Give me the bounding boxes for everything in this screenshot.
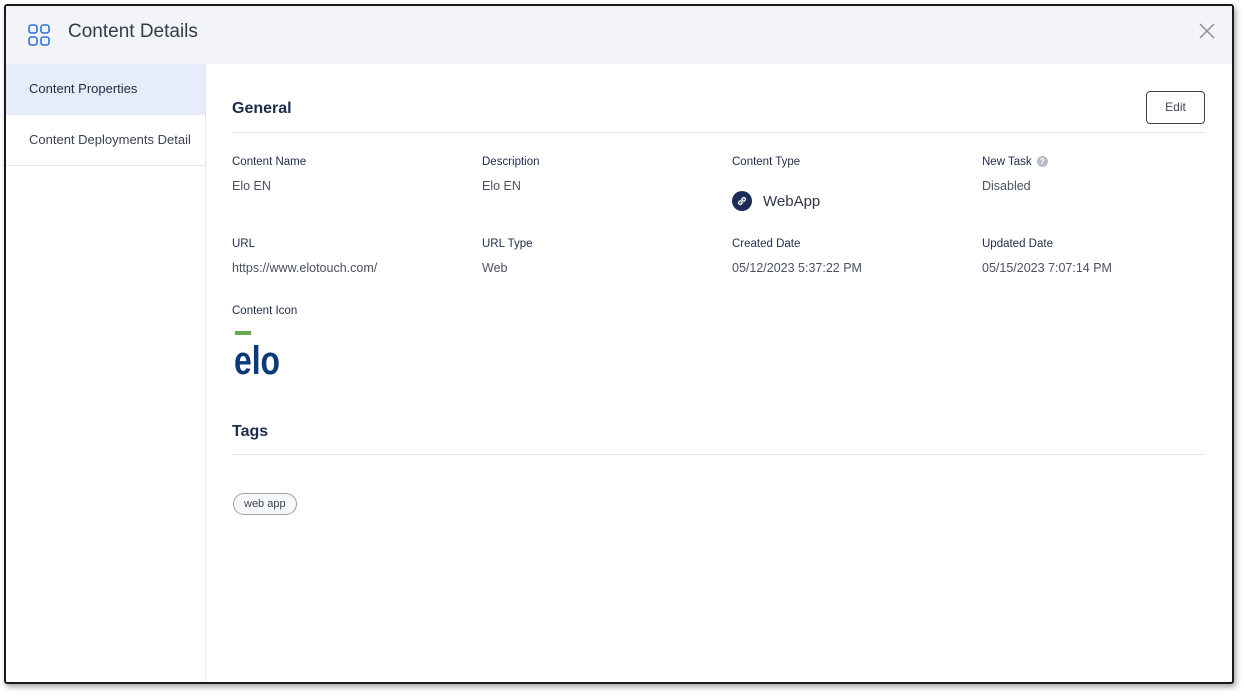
- created-date-label: Created Date: [732, 238, 801, 250]
- close-icon[interactable]: [1196, 20, 1218, 42]
- section-title-tags: Tags: [232, 423, 269, 440]
- content-name-label: Content Name: [232, 156, 307, 168]
- description-label: Description: [482, 156, 540, 168]
- url-type-label: URL Type: [482, 238, 533, 250]
- elo-logo: elo: [235, 331, 280, 379]
- updated-date-value: 05/15/2023 7:07:14 PM: [982, 261, 1112, 275]
- tag-chip[interactable]: web app: [233, 493, 297, 515]
- edit-button[interactable]: Edit: [1146, 91, 1205, 124]
- new-task-label-text: New Task: [982, 156, 1032, 168]
- link-icon: [732, 191, 752, 211]
- new-task-label: New Task?: [982, 156, 1048, 168]
- sidebar-item-label: Content Properties: [29, 81, 138, 96]
- content-name-value: Elo EN: [232, 179, 271, 193]
- description-value: Elo EN: [482, 179, 521, 193]
- grid-icon: [28, 24, 50, 46]
- url-label: URL: [232, 238, 256, 250]
- dialog-header: Content Details: [6, 6, 1232, 64]
- svg-text:elo: elo: [235, 339, 280, 379]
- new-task-value: Disabled: [982, 179, 1031, 193]
- url-type-value: Web: [482, 261, 508, 275]
- updated-date-label: Updated Date: [982, 238, 1053, 250]
- main-panel: General Edit Content Name Elo EN Descrip…: [206, 64, 1232, 682]
- content-type-value: WebApp: [732, 191, 820, 211]
- content-type-text: WebApp: [763, 192, 821, 210]
- sidebar-item-label: Content Deployments Detail: [29, 132, 191, 147]
- content-icon-label: Content Icon: [232, 305, 298, 317]
- section-divider: [232, 132, 1205, 133]
- sidebar-item-content-properties[interactable]: Content Properties: [6, 64, 205, 115]
- content-type-label: Content Type: [732, 156, 801, 168]
- section-title-general: General: [232, 100, 292, 117]
- created-date-value: 05/12/2023 5:37:22 PM: [732, 261, 862, 275]
- tags-divider: [232, 454, 1205, 455]
- url-value: https://www.elotouch.com/: [232, 261, 378, 275]
- dialog-title: Content Details: [68, 21, 198, 42]
- content-details-dialog: Content Details Content Properties Conte…: [4, 4, 1234, 684]
- sidebar-nav: Content Properties Content Deployments D…: [6, 64, 206, 682]
- help-icon[interactable]: ?: [1036, 156, 1048, 168]
- sidebar-item-content-deployments-detail[interactable]: Content Deployments Detail: [6, 115, 205, 166]
